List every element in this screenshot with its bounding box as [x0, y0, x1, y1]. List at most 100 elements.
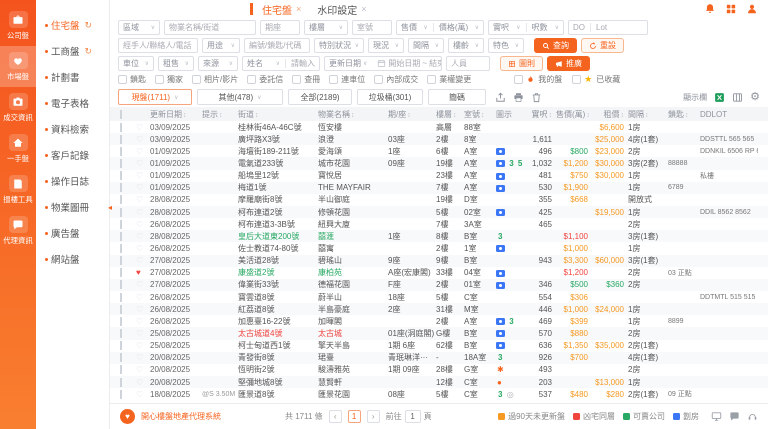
filter-input-室號[interactable]: 室號 [352, 20, 392, 35]
favorite-heart-icon[interactable]: ♡ [134, 390, 148, 399]
trash-icon[interactable] [531, 92, 542, 103]
column-header-rn[interactable]: 租價↕ [590, 109, 626, 120]
row-checkbox[interactable] [118, 365, 134, 375]
subnav-item-spreadsheet[interactable]: 電子表格 [36, 90, 109, 116]
column-header-d[interactable]: 更新日期↕ [148, 109, 200, 120]
promote-button[interactable]: 推廣 [547, 56, 590, 71]
row-checkbox[interactable] [118, 292, 134, 302]
subnav-item-oplog[interactable]: 操作日誌 [36, 168, 109, 194]
filter-select-姓名[interactable]: 姓名 ∨ 請輸入 [242, 56, 320, 71]
next-page-button[interactable]: › [366, 410, 380, 423]
row-checkbox[interactable] [118, 377, 134, 387]
favorite-heart-icon[interactable]: ♡ [134, 317, 148, 326]
column-header-rm[interactable]: 室號↕ [462, 109, 494, 120]
row-checkbox[interactable] [118, 171, 134, 181]
table-row[interactable]: ♡ 01/09/2025 船塢里12號 寶悅居 23樓 A室 481 $750 $30,000 1… [110, 170, 768, 182]
sidebar-item-tools[interactable]: 搵樓工具 [0, 169, 36, 210]
favorite-heart-icon[interactable]: ♡ [134, 280, 148, 289]
filter-input-經手人/聯絡人/電話[interactable]: 經手人/聯絡人/電話 [118, 38, 198, 53]
filter-checkbox-業權變更[interactable]: 業權變更 [427, 74, 471, 85]
favorite-heart-icon[interactable]: ♡ [134, 195, 148, 204]
listing-tab-4[interactable]: 簡碼 [428, 89, 486, 105]
table-row[interactable]: ♡18/08/2025 @S 3.50M ···匯景道8號 匯景花園 08座 5樓 C室 3… [110, 388, 768, 400]
quick-filter-mine[interactable]: 我的盤 [514, 74, 562, 85]
column-header-lo[interactable]: 間隔↕ [626, 109, 666, 120]
table-row[interactable]: ♡ 28/08/2025 摩羅廟街8號 半山御庭 19樓 D室 355 $668 開放式 [110, 194, 768, 206]
column-header-st[interactable]: 街道↕ [236, 109, 316, 120]
quick-filter-favorited[interactable]: ★ 已收藏 [572, 74, 620, 85]
filter-input-人員[interactable]: 人員 [446, 56, 490, 71]
search-button[interactable]: 查詢 [534, 38, 577, 53]
favorite-heart-icon[interactable]: ♡ [134, 378, 148, 387]
table-row[interactable]: ♡ 20/08/2025 堅彌地城8號 慧賢軒 12樓 C室 ● 203 $13,000 1房 [110, 375, 768, 389]
table-row[interactable]: ♡ 26/08/2025 紅荔道8號 半島豪庭 2座 31樓 M室 446 $1,000 $24,… [110, 303, 768, 316]
filter-select-售價[interactable]: 售價 ∨ 價格(萬) ∨ [396, 20, 484, 35]
filter-select-區域[interactable]: 區域 ∨ [118, 20, 160, 35]
column-header-nm[interactable]: 物業名稱↕ [316, 109, 386, 120]
goto-page-input[interactable] [404, 410, 421, 423]
favorite-heart-icon[interactable]: ♡ [134, 208, 148, 217]
favorite-heart-icon[interactable]: ♡ [134, 256, 148, 265]
refresh-icon[interactable]: ↻ [85, 20, 93, 31]
sidebar-item-market[interactable]: 市場盤 [0, 46, 36, 87]
filter-checkbox-連車位[interactable]: 連車位 [329, 74, 365, 85]
table-row[interactable]: ♡ 20/08/2025 恆明街2號 駿濤雅苑 1期 09座 28樓 G室 ✱ 493 2房 [110, 364, 768, 376]
date-range-filter-更新日期[interactable]: 更新日期∨開始日期~結束日期 [324, 56, 442, 71]
listing-tab-2[interactable]: 全部(2189) [288, 89, 352, 105]
favorite-heart-icon[interactable]: ♡ [134, 147, 148, 156]
favorite-heart-icon[interactable]: ♥ [134, 268, 148, 277]
filter-select-樓層[interactable]: 樓層 ∨ [304, 20, 348, 35]
table-row[interactable]: ♡ 26/08/2025 加惠臺16-22號 加暉閣 2樓 A室 3 469 $399 1房 88… [110, 315, 768, 327]
gear-icon[interactable]: ⚙ [750, 91, 760, 103]
favorite-heart-icon[interactable]: ♡ [134, 329, 148, 338]
filter-input-編號/鎖匙/代碼[interactable]: 編號/鎖匙/代碼 [244, 38, 310, 53]
row-checkbox[interactable] [118, 328, 134, 338]
column-header-ky[interactable]: 鎖匙↕ [666, 109, 698, 120]
favorite-heart-icon[interactable]: ♡ [134, 171, 148, 180]
table-row[interactable]: ♡ 28/08/2025 皇后大道東200號 囍滙 1座 8樓 B室 3 $1,100 3房(1套… [110, 230, 768, 243]
column-header-h[interactable]: 提示↕ [200, 109, 236, 120]
table-row[interactable]: ♡ 03/09/2025 廣坪路X3號 浪澄 03座 2樓 8室 1,611 $25,000 4房… [110, 133, 768, 146]
chat-icon[interactable] [729, 411, 740, 422]
row-checkbox[interactable] [118, 304, 134, 314]
row-checkbox[interactable] [118, 341, 134, 351]
table-row[interactable]: ♡ 26/08/2025 佐士教道74-80號 囍寓 2樓 1室 $1,000 1房 [110, 242, 768, 254]
table-row[interactable]: ♡ 28/08/2025 柯布連道2號 修頓花園 5樓 02室 425 $19,500 1房 DD… [110, 205, 768, 219]
floorplan-button[interactable]: 圖則 [500, 56, 543, 71]
reset-button[interactable]: 重設 [581, 38, 624, 53]
row-checkbox[interactable] [118, 219, 134, 229]
user-icon[interactable] [746, 3, 758, 15]
subnav-item-search[interactable]: 資料檢索 [36, 116, 109, 142]
bell-icon[interactable] [704, 3, 716, 15]
favorite-heart-icon[interactable]: ♡ [134, 244, 148, 253]
sidebar-item-company[interactable]: 公司盤 [0, 5, 36, 46]
table-row[interactable]: ♡ 01/09/2025 電氣道233號 城市花園 09座 19樓 A室 3 5 1,032 $… [110, 157, 768, 170]
excel-icon[interactable] [714, 92, 725, 103]
monitor-icon[interactable] [711, 411, 722, 422]
apps-icon[interactable] [725, 3, 737, 15]
filter-select-現況[interactable]: 現況 ∨ [368, 38, 404, 53]
headset-icon[interactable] [747, 411, 758, 422]
filter-select-間隔[interactable]: 間隔 ∨ [408, 38, 444, 53]
table-row[interactable]: ♡ 25/08/2025 太古城道4號 太古城 01座(洞庭閣) G樓 B室 570 $880 2… [110, 327, 768, 340]
row-checkbox[interactable] [118, 122, 134, 132]
filter-checkbox-獨家[interactable]: 獨家 [155, 74, 183, 85]
row-checkbox[interactable] [118, 158, 134, 168]
sidebar-item-deals[interactable]: 成交資訊 [0, 87, 36, 128]
close-icon[interactable]: × [296, 4, 301, 14]
filter-checkbox-委託信[interactable]: 委託信 [247, 74, 283, 85]
listing-tab-0[interactable]: 現盤(1711) ∨ [118, 89, 192, 105]
document-tab-0[interactable]: 住宅盤 × [262, 2, 301, 17]
filter-select-用途[interactable]: 用途 ∨ [202, 38, 240, 53]
favorite-heart-icon[interactable]: ♡ [134, 341, 148, 350]
refresh-icon[interactable]: ↻ [85, 46, 93, 57]
favorite-heart-icon[interactable]: ♡ [134, 232, 148, 241]
favorite-heart-icon[interactable]: ♡ [134, 123, 148, 132]
share-icon[interactable] [495, 92, 506, 103]
subnav-item-residential[interactable]: 住宅盤 ↻ [36, 12, 109, 38]
table-row[interactable]: ♡ 25/08/2025 柯士甸道西1號 擎天半島 1期 6座 62樓 B室 636 $1,35… [110, 340, 768, 352]
column-header-bk[interactable]: 期/座↕ [386, 109, 434, 120]
filter-select-車位[interactable]: 車位 ∨ [118, 56, 154, 71]
row-checkbox[interactable] [118, 243, 134, 253]
row-checkbox[interactable] [118, 280, 134, 290]
